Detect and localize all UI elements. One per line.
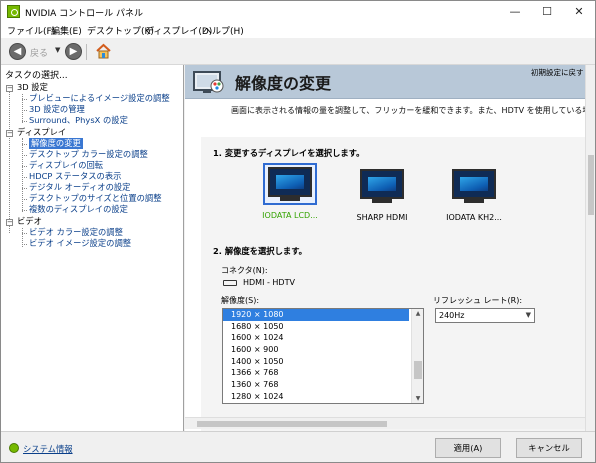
monitor-icon xyxy=(360,169,404,199)
tree-item-digital-audio[interactable]: デジタル オーディオの設定 xyxy=(29,182,130,193)
maximize-button[interactable]: ☐ xyxy=(531,1,563,22)
cancel-button[interactable]: キャンセル xyxy=(516,438,582,458)
back-button-label[interactable]: 戻る xyxy=(30,46,48,59)
forward-arrow-icon[interactable]: ▶ xyxy=(65,43,82,60)
back-arrow-icon[interactable]: ◀ xyxy=(9,43,26,60)
tree-item-hdcp-status[interactable]: HDCP ステータスの表示 xyxy=(29,171,121,182)
menu-desktop[interactable]: デスクトップ(K) xyxy=(87,24,154,37)
menu-edit[interactable]: 編集(E) xyxy=(51,24,82,37)
app-window: NVIDIA コントロール パネル — ☐ ✕ ファイル(F) 編集(E) デス… xyxy=(0,0,596,463)
tree-item-preview-image[interactable]: プレビューによるイメージ設定の調整 xyxy=(29,93,170,104)
menu-file[interactable]: ファイル(F) xyxy=(7,24,55,37)
tree-item-desktop-size[interactable]: デスクトップのサイズと位置の調整 xyxy=(29,193,162,204)
toolbar: ◀ 戻る ▼ ▶ xyxy=(1,38,595,65)
horizontal-scrollbar[interactable] xyxy=(185,417,585,429)
restore-defaults-link[interactable]: 初期設定に戻す xyxy=(531,67,584,78)
resolution-item[interactable]: 1600 × 900 xyxy=(223,344,423,356)
display-label: IODATA KH2... xyxy=(446,213,502,222)
tree-item-rotate-display[interactable]: ディスプレイの回転 xyxy=(29,160,103,171)
tree-group-display[interactable]: ディスプレイ xyxy=(17,127,66,138)
tree-item-video-color[interactable]: ビデオ カラー設定の調整 xyxy=(29,227,123,238)
page-header: 解像度の変更 初期設定に戻す xyxy=(185,65,585,99)
chevron-down-icon: ▼ xyxy=(525,311,531,319)
display-option[interactable]: IODATA LCD... xyxy=(259,163,321,220)
resolution-item[interactable]: 1280 × 1024 xyxy=(223,391,423,403)
refresh-rate-label: リフレッシュ レート(R): xyxy=(433,296,523,305)
page-description: 画面に表示される情報の量を調整して、フリッカーを緩和できます。また、HDTV を… xyxy=(231,106,595,115)
resolution-list-scrollbar[interactable]: ▲ ▼ xyxy=(411,309,423,403)
minimize-button[interactable]: — xyxy=(499,1,531,22)
vertical-scrollbar[interactable] xyxy=(585,65,595,431)
history-dropdown-icon[interactable]: ▼ xyxy=(55,46,60,54)
apply-button[interactable]: 適用(A) xyxy=(435,438,501,458)
display-option[interactable]: IODATA KH2... xyxy=(443,165,505,222)
refresh-rate-select[interactable]: 240Hz ▼ xyxy=(435,308,535,323)
hdmi-connector-icon xyxy=(223,280,237,286)
monitor-icon xyxy=(452,169,496,199)
display-label: IODATA LCD... xyxy=(262,211,318,220)
tree-group-video[interactable]: ビデオ xyxy=(17,216,42,227)
connector-label: コネクタ(N): xyxy=(221,266,268,275)
section-select-resolution-title: 2. 解像度を選択します。 xyxy=(213,246,307,256)
tree-item-video-image[interactable]: ビデオ イメージ設定の調整 xyxy=(29,238,131,249)
resolution-label: 解像度(S): xyxy=(221,296,260,305)
title-bar: NVIDIA コントロール パネル — ☐ ✕ xyxy=(1,1,595,22)
tree-item-change-resolution[interactable]: 解像度の変更 xyxy=(29,138,83,149)
resolution-item[interactable]: 1366 × 768 xyxy=(223,367,423,379)
display-option[interactable]: SHARP HDMI xyxy=(351,165,413,222)
collapse-video-icon[interactable]: − xyxy=(6,219,13,226)
settings-area: 1. 変更するディスプレイを選択します。 IODATA LCD... SHARP… xyxy=(201,137,585,431)
section-select-display-title: 1. 変更するディスプレイを選択します。 xyxy=(213,148,365,158)
menu-help[interactable]: ヘルプ(H) xyxy=(203,24,244,37)
menu-bar: ファイル(F) 編集(E) デスクトップ(K) ディスプレイ(D) ヘルプ(H) xyxy=(1,22,595,38)
resolution-item[interactable]: 1920 × 1080 xyxy=(223,309,409,321)
display-settings-icon xyxy=(193,71,224,93)
bottom-bar: システム情報 適用(A) キャンセル xyxy=(1,431,595,462)
collapse-3d-icon[interactable]: − xyxy=(6,85,13,92)
resolution-item[interactable]: 1360 × 768 xyxy=(223,379,423,391)
close-button[interactable]: ✕ xyxy=(563,1,595,22)
tree-item-surround-physx[interactable]: Surround、PhysX の設定 xyxy=(29,115,128,126)
toolbar-divider xyxy=(86,44,87,60)
task-panel-title: タスクの選択... xyxy=(5,71,68,81)
resolution-list[interactable]: 1920 × 1080 1680 × 1050 1600 × 1024 1600… xyxy=(222,308,424,404)
tree-item-desktop-color[interactable]: デスクトップ カラー設定の調整 xyxy=(29,149,148,160)
resolution-item[interactable]: 1400 × 1050 xyxy=(223,356,423,368)
display-label: SHARP HDMI xyxy=(356,213,408,222)
monitor-icon xyxy=(268,167,312,197)
tree-item-3d-manage[interactable]: 3D 設定の管理 xyxy=(29,104,85,115)
collapse-display-icon[interactable]: − xyxy=(6,130,13,137)
scroll-up-icon[interactable]: ▲ xyxy=(412,310,423,317)
task-panel: タスクの選択... − 3D 設定 プレビューによるイメージ設定の調整 3D 設… xyxy=(1,65,184,431)
scroll-down-icon[interactable]: ▼ xyxy=(412,395,423,402)
tree-group-3d[interactable]: 3D 設定 xyxy=(17,82,48,93)
system-info-link[interactable]: システム情報 xyxy=(23,443,73,455)
main-panel: 解像度の変更 初期設定に戻す 画面に表示される情報の量を調整して、フリッカーを緩… xyxy=(185,65,595,431)
nvidia-logo-icon xyxy=(7,5,20,18)
resolution-item[interactable]: 1600 × 1024 xyxy=(223,332,423,344)
page-title: 解像度の変更 xyxy=(235,74,332,93)
resolution-item[interactable]: 1680 × 1050 xyxy=(223,321,423,333)
window-title: NVIDIA コントロール パネル xyxy=(25,9,144,19)
system-info-icon xyxy=(9,443,19,453)
tree-item-multi-display[interactable]: 複数のディスプレイの設定 xyxy=(29,204,128,215)
home-icon[interactable] xyxy=(95,43,112,60)
connector-value: HDMI - HDTV xyxy=(243,278,295,287)
refresh-rate-value: 240Hz xyxy=(439,311,465,320)
